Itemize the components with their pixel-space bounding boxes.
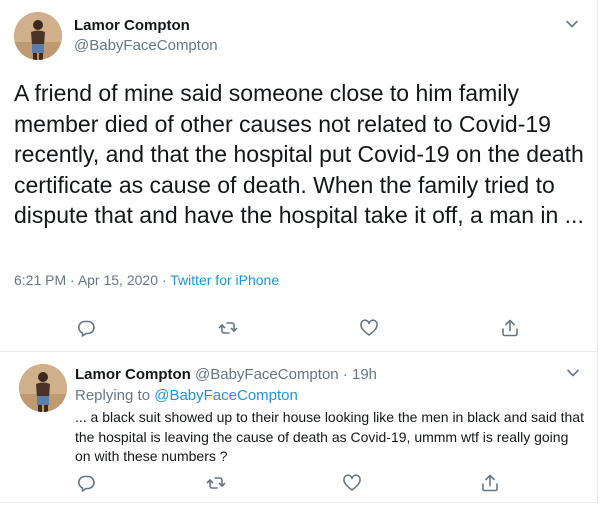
retweet-icon[interactable] xyxy=(218,318,238,338)
chevron-down-icon[interactable] xyxy=(566,366,580,380)
reply-icon[interactable] xyxy=(76,318,96,338)
avatar[interactable] xyxy=(19,364,67,412)
avatar[interactable] xyxy=(14,12,62,60)
main-tweet: Lamor Compton @BabyFaceCompton A friend … xyxy=(0,0,598,352)
reply-age[interactable]: 19h xyxy=(352,366,377,383)
author-handle[interactable]: @BabyFaceCompton xyxy=(74,37,218,54)
tweet-text: A friend of mine said someone close to h… xyxy=(14,80,584,228)
share-icon[interactable] xyxy=(500,318,520,338)
tweet-date[interactable]: Apr 15, 2020 xyxy=(78,272,158,288)
like-icon[interactable] xyxy=(359,318,379,338)
reply-header: Lamor Compton @BabyFaceCompton · 19h xyxy=(75,366,377,383)
action-bar xyxy=(0,318,598,338)
reply-author-handle[interactable]: @BabyFaceCompton xyxy=(195,366,339,383)
replying-to-link[interactable]: @BabyFaceCompton xyxy=(154,387,298,404)
reply-text: ... a black suit showed up to their hous… xyxy=(75,409,584,464)
meta-separator: · xyxy=(157,272,171,288)
meta-separator: · xyxy=(66,272,78,288)
replying-to: Replying to @BabyFaceCompton xyxy=(75,387,298,404)
tweet-source-link[interactable]: Twitter for iPhone xyxy=(170,272,279,288)
tweet-meta: 6:21 PM · Apr 15, 2020 · Twitter for iPh… xyxy=(14,272,279,288)
reply-icon[interactable] xyxy=(76,473,96,493)
share-icon[interactable] xyxy=(480,473,500,493)
author-name[interactable]: Lamor Compton xyxy=(74,17,190,34)
retweet-icon[interactable] xyxy=(206,473,226,493)
tweet-time[interactable]: 6:21 PM xyxy=(14,272,66,288)
reply-dot: · xyxy=(338,366,352,383)
like-icon[interactable] xyxy=(342,473,362,493)
replying-label: Replying to xyxy=(75,387,155,404)
reply-action-bar xyxy=(0,473,598,493)
reply-author-name[interactable]: Lamor Compton xyxy=(75,366,191,383)
chevron-down-icon[interactable] xyxy=(565,17,579,31)
tweet-thread: Lamor Compton @BabyFaceCompton A friend … xyxy=(0,0,598,503)
